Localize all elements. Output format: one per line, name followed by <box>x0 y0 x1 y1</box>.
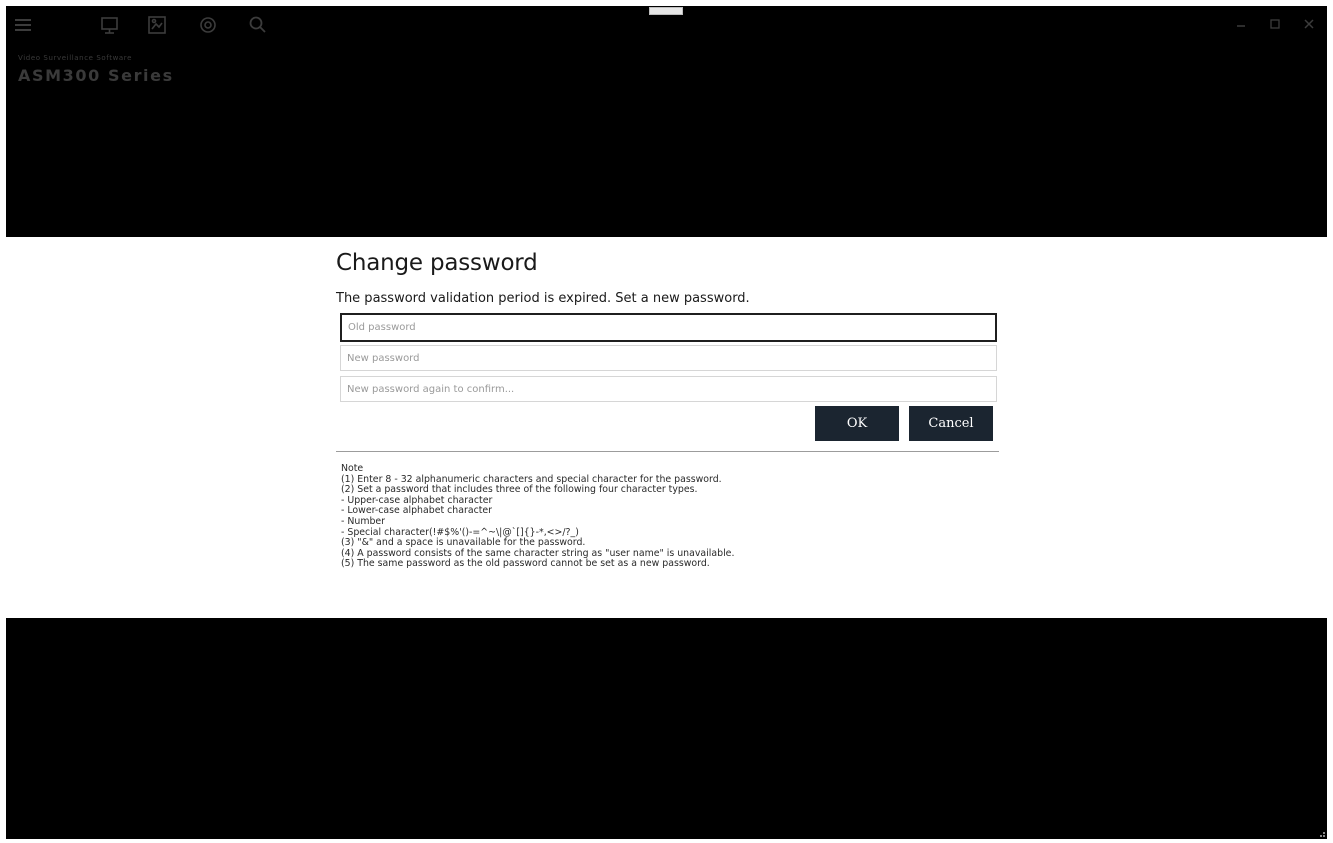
notes-heading: Note <box>341 463 364 474</box>
drag-handle[interactable] <box>649 7 683 15</box>
ok-button[interactable]: OK <box>815 406 899 441</box>
search-icon[interactable] <box>247 14 269 36</box>
dialog-title: Change password <box>336 250 538 276</box>
menu-icon[interactable] <box>12 14 34 36</box>
app-window: Video Surveillance Software ASM300 Serie… <box>0 0 1333 843</box>
confirm-password-input[interactable] <box>340 376 997 402</box>
brand-subtitle: Video Surveillance Software <box>18 54 133 62</box>
old-password-input[interactable] <box>340 313 997 342</box>
note-line: (5) The same password as the old passwor… <box>341 558 710 570</box>
close-icon[interactable] <box>1301 16 1317 32</box>
note-line: - Lower-case alphabet character <box>341 505 493 517</box>
image-icon[interactable] <box>146 14 168 36</box>
dialog-message: The password validation period is expire… <box>336 291 750 306</box>
password-notes: Note (1) Enter 8 - 32 alphanumeric chara… <box>341 463 1001 570</box>
resize-grip-icon[interactable] <box>1317 829 1325 837</box>
gear-icon[interactable] <box>197 14 219 36</box>
header-area <box>6 6 1327 237</box>
note-line: - Number <box>341 515 386 527</box>
footer-area <box>6 618 1327 839</box>
cancel-button[interactable]: Cancel <box>909 406 993 441</box>
brand-title: ASM300 Series <box>18 66 174 85</box>
divider <box>336 451 999 452</box>
minimize-icon[interactable] <box>1233 16 1249 32</box>
new-password-input[interactable] <box>340 345 997 371</box>
monitor-icon[interactable] <box>99 14 121 36</box>
maximize-icon[interactable] <box>1267 16 1283 32</box>
